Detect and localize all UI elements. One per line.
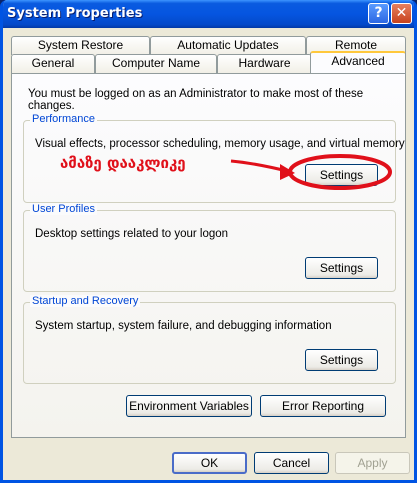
tab-automatic-updates[interactable]: Automatic Updates (150, 36, 306, 55)
system-properties-window: System Properties ? ✕ System Restore Aut… (0, 0, 417, 483)
performance-settings-button[interactable]: Settings (305, 164, 378, 186)
advanced-tab-panel: You must be logged on as an Administrato… (11, 73, 406, 438)
startup-recovery-settings-button[interactable]: Settings (305, 349, 378, 371)
click-here-annotation: ამაზე დააკლიკე (60, 154, 186, 172)
performance-label: Performance (30, 113, 97, 125)
performance-description: Visual effects, processor scheduling, me… (35, 138, 405, 150)
apply-button: Apply (335, 452, 410, 474)
ok-button[interactable]: OK (172, 452, 247, 474)
startup-recovery-label: Startup and Recovery (30, 295, 141, 307)
admin-notice: You must be logged on as an Administrato… (28, 88, 364, 112)
user-profiles-group: User Profiles Desktop settings related t… (23, 203, 396, 292)
tab-system-restore[interactable]: System Restore (11, 36, 150, 55)
tab-advanced[interactable]: Advanced (310, 51, 406, 73)
user-profiles-settings-button[interactable]: Settings (305, 257, 378, 279)
environment-variables-button[interactable]: Environment Variables (126, 395, 252, 417)
startup-recovery-group: Startup and Recovery System startup, sys… (23, 295, 396, 384)
user-profiles-label: User Profiles (30, 203, 97, 215)
user-profiles-description: Desktop settings related to your logon (35, 228, 229, 240)
cancel-button[interactable]: Cancel (254, 452, 329, 474)
startup-recovery-description: System startup, system failure, and debu… (35, 320, 332, 332)
tab-general[interactable]: General (11, 54, 95, 73)
close-icon[interactable]: ✕ (391, 3, 412, 24)
tab-computer-name[interactable]: Computer Name (95, 54, 217, 73)
tab-hardware[interactable]: Hardware (217, 54, 312, 73)
title-bar[interactable]: System Properties ? ✕ (3, 0, 414, 28)
error-reporting-button[interactable]: Error Reporting (260, 395, 386, 417)
help-button[interactable]: ? (368, 3, 389, 24)
window-title: System Properties (7, 6, 143, 21)
